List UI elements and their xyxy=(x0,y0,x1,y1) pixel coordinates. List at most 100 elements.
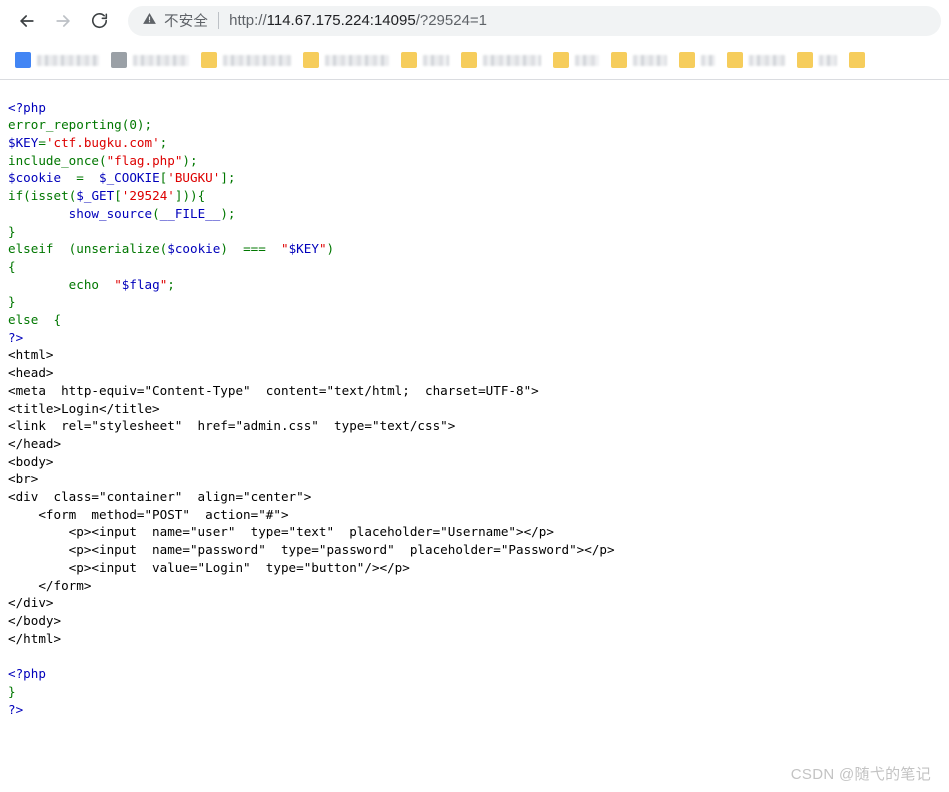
code-token: $KEY xyxy=(8,135,39,150)
code-line: elseif (unserialize($cookie) === "$KEY") xyxy=(8,240,615,258)
folder-icon xyxy=(201,52,217,68)
code-token: 'ctf.bugku.com' xyxy=(45,135,160,150)
code-line: <form method="POST" action="#"> xyxy=(8,506,615,524)
bookmark-item[interactable] xyxy=(196,47,296,73)
code-token: __FILE__ xyxy=(159,205,221,221)
code-token: if xyxy=(8,188,24,204)
address-bar[interactable]: 不安全 http://114.67.175.224:14095/?29524=1 xyxy=(128,5,941,36)
url-text: http://114.67.175.224:14095/?29524=1 xyxy=(229,12,487,29)
bookmark-item[interactable] xyxy=(606,47,672,73)
reload-button[interactable] xyxy=(84,6,114,36)
code-line: } xyxy=(8,683,615,701)
code-token: $cookie xyxy=(8,170,62,186)
code-token: } xyxy=(8,294,16,310)
bookmarks-bar xyxy=(0,41,949,80)
folder-icon xyxy=(553,52,569,68)
code-line: </form> xyxy=(8,577,615,595)
code-line: echo "$flag"; xyxy=(8,276,615,294)
code-line: </body> xyxy=(8,612,615,630)
bookmark-item[interactable] xyxy=(10,47,104,73)
bookmark-item[interactable] xyxy=(844,47,876,73)
folder-icon xyxy=(849,52,865,68)
bookmark-item[interactable] xyxy=(396,47,454,73)
url-host: 114.67.175.224:14095 xyxy=(266,12,416,29)
code-token: ( xyxy=(23,188,31,204)
code-line: $KEY='ctf.bugku.com'; xyxy=(8,134,615,152)
bookmark-label xyxy=(575,54,599,66)
folder-icon xyxy=(401,52,417,68)
bookmark-label xyxy=(701,54,715,66)
code-token: error_reporting xyxy=(8,117,122,133)
security-status[interactable]: 不安全 xyxy=(142,10,208,31)
code-line: </head> xyxy=(8,435,615,453)
code-line: { xyxy=(8,258,615,276)
bookmark-item[interactable] xyxy=(456,47,546,73)
csdn-watermark: CSDN @随弋的笔记 xyxy=(790,766,931,783)
code-token: ?> xyxy=(8,701,24,717)
back-button[interactable] xyxy=(12,6,42,36)
code-token: } xyxy=(8,223,16,239)
code-line: <head> xyxy=(8,364,615,382)
code-token: $KEY xyxy=(288,241,319,257)
arrow-right-icon xyxy=(53,11,73,31)
code-line: <html> xyxy=(8,346,615,364)
browser-toolbar: 不安全 http://114.67.175.224:14095/?29524=1 xyxy=(0,0,949,41)
code-line: } xyxy=(8,293,615,311)
code-token: ) xyxy=(220,241,244,257)
code-token: <p><input name="user" type="text" placeh… xyxy=(8,524,554,540)
code-line: <p><input name="password" type="password… xyxy=(8,541,615,559)
code-line: <p><input name="user" type="text" placeh… xyxy=(8,523,615,541)
code-line: <?php xyxy=(8,99,615,117)
code-line: error_reporting(0); xyxy=(8,116,615,134)
code-token: <div class="container" align="center"> xyxy=(8,489,312,505)
code-token: ; xyxy=(167,276,175,292)
code-token: <br> xyxy=(8,471,39,487)
bookmark-label xyxy=(819,54,837,66)
code-token: ( xyxy=(53,241,77,257)
code-token: <?php xyxy=(8,666,46,682)
code-token: <meta http-equiv="Content-Type" content=… xyxy=(8,382,539,398)
forward-button[interactable] xyxy=(48,6,78,36)
code-line: <meta http-equiv="Content-Type" content=… xyxy=(8,382,615,400)
bookmark-item[interactable] xyxy=(792,47,842,73)
code-line: else { xyxy=(8,311,615,329)
page-content: <?php error_reporting(0); $KEY='ctf.bugku.… xyxy=(0,80,949,792)
code-token: echo xyxy=(68,276,100,292)
url-scheme: http:// xyxy=(229,12,267,29)
bookmark-item[interactable] xyxy=(298,47,394,73)
bookmark-item[interactable] xyxy=(674,47,720,73)
code-token: $flag xyxy=(121,276,160,292)
code-token: </body> xyxy=(8,612,62,628)
code-token: $cookie xyxy=(167,241,221,257)
code-token: ); xyxy=(220,205,236,221)
code-line: </html> xyxy=(8,630,615,648)
code-line: $cookie = $_COOKIE['BUGKU']; xyxy=(8,169,615,187)
code-token: elseif xyxy=(8,241,54,257)
code-token: ]; xyxy=(220,170,236,186)
code-token: isset xyxy=(30,188,69,204)
code-line: } xyxy=(8,223,615,241)
security-label: 不安全 xyxy=(164,14,209,30)
bookmark-item[interactable] xyxy=(722,47,790,73)
url-path: /?29524=1 xyxy=(415,12,488,29)
bookmark-item[interactable] xyxy=(548,47,604,73)
code-token: <html> xyxy=(8,347,54,363)
code-token: </head> xyxy=(8,435,62,451)
bookmark-label xyxy=(749,54,785,66)
bookmark-label xyxy=(223,54,291,66)
bookmark-item[interactable] xyxy=(106,47,194,73)
code-token: { xyxy=(8,258,16,274)
code-token: unserialize xyxy=(76,241,160,257)
code-line: <br> xyxy=(8,470,615,488)
code-token: '29524' xyxy=(121,188,175,204)
code-token: { xyxy=(38,312,62,328)
code-token: 0 xyxy=(129,117,137,133)
code-token: = xyxy=(38,135,46,150)
code-token: " xyxy=(281,241,289,257)
code-line: <title>Login</title> xyxy=(8,400,615,418)
code-token: <?php xyxy=(8,99,46,115)
